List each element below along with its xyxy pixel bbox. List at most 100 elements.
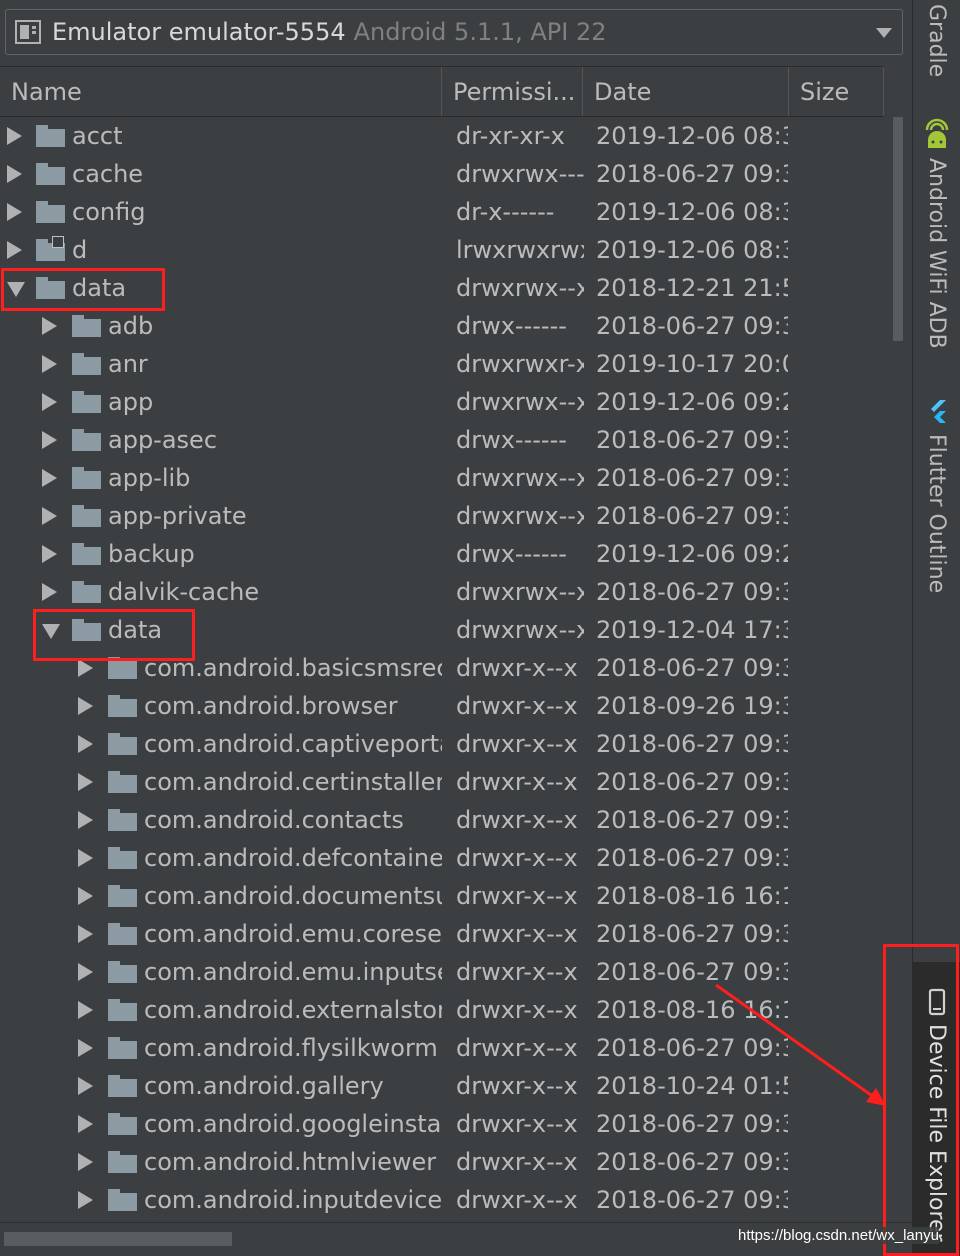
file-date: 2018-06-27 09:37: [596, 464, 788, 492]
tree-row[interactable]: com.android.googleinstaller drwxr-x--x 201…: [0, 1105, 884, 1143]
collapsed-arrow-icon[interactable]: [78, 1191, 93, 1209]
collapsed-arrow-icon[interactable]: [78, 811, 93, 829]
tree-row[interactable]: com.android.inputdevices drwxr-x--x 2018-0…: [0, 1181, 884, 1219]
collapsed-arrow-icon[interactable]: [42, 583, 57, 601]
file-name: com.android.certinstaller: [144, 768, 442, 796]
tree-row[interactable]: com.android.emu.coreservices drwxr-x--x 20…: [0, 915, 884, 953]
tree-row[interactable]: adb drwx------ 2018-06-27 09:37: [0, 307, 884, 345]
collapsed-arrow-icon[interactable]: [78, 1153, 93, 1171]
collapsed-arrow-icon[interactable]: [78, 887, 93, 905]
tree-row[interactable]: com.android.flysilkworm drwxr-x--x 2018-06…: [0, 1029, 884, 1067]
tree-row[interactable]: app drwxrwx--x 2019-12-06 09:23: [0, 383, 884, 421]
file-permissions: drwxr-x--x: [456, 692, 578, 720]
tree-row[interactable]: com.android.htmlviewer drwxr-x--x 2018-06-…: [0, 1143, 884, 1181]
chevron-down-icon[interactable]: [876, 28, 892, 38]
collapsed-arrow-icon[interactable]: [78, 1039, 93, 1057]
tree-row[interactable]: app-asec drwx------ 2018-06-27 09:37: [0, 421, 884, 459]
file-name: config: [72, 198, 146, 226]
tree-row[interactable]: com.android.contacts drwxr-x--x 2018-06-27…: [0, 801, 884, 839]
collapsed-arrow-icon[interactable]: [78, 925, 93, 943]
collapsed-arrow-icon[interactable]: [42, 355, 57, 373]
tree-row[interactable]: cache drwxrwx--- 2018-06-27 09:38: [0, 155, 884, 193]
file-name: com.android.googleinstaller: [144, 1110, 442, 1138]
tree-row[interactable]: com.android.browser drwxr-x--x 2018-09-26 …: [0, 687, 884, 725]
folder-icon: [108, 923, 137, 945]
folder-icon: [108, 657, 137, 679]
file-name: adb: [108, 312, 154, 340]
tree-row[interactable]: data drwxrwx--x 2018-12-21 21:54: [0, 269, 884, 307]
column-header-date[interactable]: Date: [583, 67, 789, 116]
expanded-arrow-icon[interactable]: [42, 624, 60, 639]
tree-row[interactable]: app-lib drwxrwx--x 2018-06-27 09:37: [0, 459, 884, 497]
collapsed-arrow-icon[interactable]: [78, 659, 93, 677]
file-permissions: drwxr-x--x: [456, 1186, 578, 1214]
collapsed-arrow-icon[interactable]: [78, 697, 93, 715]
tree-row[interactable]: com.android.externalstorage drwxr-x--x 201…: [0, 991, 884, 1029]
tree-row[interactable]: com.android.captiveportallogin drwxr-x--x…: [0, 725, 884, 763]
collapsed-arrow-icon[interactable]: [78, 773, 93, 791]
file-date: 2018-06-27 09:37: [596, 578, 788, 606]
file-date: 2019-12-06 09:23: [596, 388, 788, 416]
collapsed-arrow-icon[interactable]: [78, 1001, 93, 1019]
column-header-permissions[interactable]: Permissi...: [442, 67, 583, 116]
folder-icon: [108, 695, 137, 717]
collapsed-arrow-icon[interactable]: [42, 393, 57, 411]
collapsed-arrow-icon[interactable]: [78, 849, 93, 867]
column-header-size[interactable]: Size: [789, 67, 884, 116]
collapsed-arrow-icon[interactable]: [78, 1115, 93, 1133]
file-permissions: drwxr-x--x: [456, 844, 578, 872]
tree-row[interactable]: com.android.gallery drwxr-x--x 2018-10-24 …: [0, 1067, 884, 1105]
file-date: 2018-06-27 09:37: [596, 502, 788, 530]
tree-row[interactable]: com.android.emu.inputservice drwxr-x--x 20…: [0, 953, 884, 991]
folder-icon: [72, 315, 101, 337]
collapsed-arrow-icon[interactable]: [42, 469, 57, 487]
file-permissions: drwxr-x--x: [456, 768, 578, 796]
file-date: 2018-06-27 09:38: [596, 1034, 788, 1062]
file-permissions: drwxr-x--x: [456, 1148, 578, 1176]
folder-icon: [36, 201, 65, 223]
file-name: com.android.emu.coreservices: [144, 920, 442, 948]
tree-row[interactable]: anr drwxrwxr-x 2019-10-17 20:06: [0, 345, 884, 383]
collapsed-arrow-icon[interactable]: [7, 203, 22, 221]
collapsed-arrow-icon[interactable]: [42, 545, 57, 563]
collapsed-arrow-icon[interactable]: [42, 431, 57, 449]
collapsed-arrow-icon[interactable]: [42, 507, 57, 525]
collapsed-arrow-icon[interactable]: [7, 165, 22, 183]
tree-row[interactable]: com.android.defcontainer drwxr-x--x 2018-0…: [0, 839, 884, 877]
file-permissions: drwxr-x--x: [456, 882, 578, 910]
tree-row[interactable]: com.android.basicsmsreceiver drwxr-x--x 20…: [0, 649, 884, 687]
vertical-scrollbar[interactable]: [884, 117, 912, 1220]
tab-device-file-explorer[interactable]: Device File Explorer: [913, 962, 960, 1256]
tree-row[interactable]: data drwxrwx--x 2019-12-04 17:37: [0, 611, 884, 649]
file-name: com.android.gallery: [144, 1072, 384, 1100]
collapsed-arrow-icon[interactable]: [7, 127, 22, 145]
phone-icon: [927, 988, 947, 1016]
expanded-arrow-icon[interactable]: [7, 282, 25, 297]
device-selector-dropdown[interactable]: Emulator emulator-5554 Android 5.1.1, AP…: [5, 9, 903, 55]
vertical-scroll-thumb[interactable]: [893, 117, 903, 341]
collapsed-arrow-icon[interactable]: [42, 317, 57, 335]
horizontal-scroll-thumb[interactable]: [4, 1232, 232, 1246]
tree-row[interactable]: config dr-x------ 2019-12-06 08:30: [0, 193, 884, 231]
tree-row[interactable]: acct dr-xr-xr-x 2019-12-06 08:30: [0, 117, 884, 155]
collapsed-arrow-icon[interactable]: [78, 963, 93, 981]
column-header-name[interactable]: Name: [0, 67, 442, 116]
file-name: anr: [108, 350, 148, 378]
tree-row[interactable]: d lrwxrwxrwx 2019-12-06 08:30: [0, 231, 884, 269]
tree-row[interactable]: backup drwx------ 2019-12-06 09:23: [0, 535, 884, 573]
tab-flutter-outline[interactable]: Flutter Outline: [913, 398, 960, 598]
tab-gradle[interactable]: Gradle: [913, 4, 960, 94]
file-permissions: drwxr-x--x: [456, 920, 578, 948]
collapsed-arrow-icon[interactable]: [78, 735, 93, 753]
tree-row[interactable]: app-private drwxrwx--x 2018-06-27 09:37: [0, 497, 884, 535]
folder-icon: [108, 1075, 137, 1097]
file-name: cache: [72, 160, 144, 188]
file-permissions: drwx------: [456, 426, 567, 454]
tab-android-wifi-adb[interactable]: Android WiFi ADB: [913, 118, 960, 368]
tree-row[interactable]: com.android.certinstaller drwxr-x--x 2018-…: [0, 763, 884, 801]
tab-device-file-explorer-label: Device File Explorer: [924, 1024, 949, 1242]
tree-row[interactable]: com.android.documentsui drwxr-x--x 2018-08…: [0, 877, 884, 915]
collapsed-arrow-icon[interactable]: [7, 241, 22, 259]
collapsed-arrow-icon[interactable]: [78, 1077, 93, 1095]
tree-row[interactable]: dalvik-cache drwxrwx--x 2018-06-27 09:37: [0, 573, 884, 611]
